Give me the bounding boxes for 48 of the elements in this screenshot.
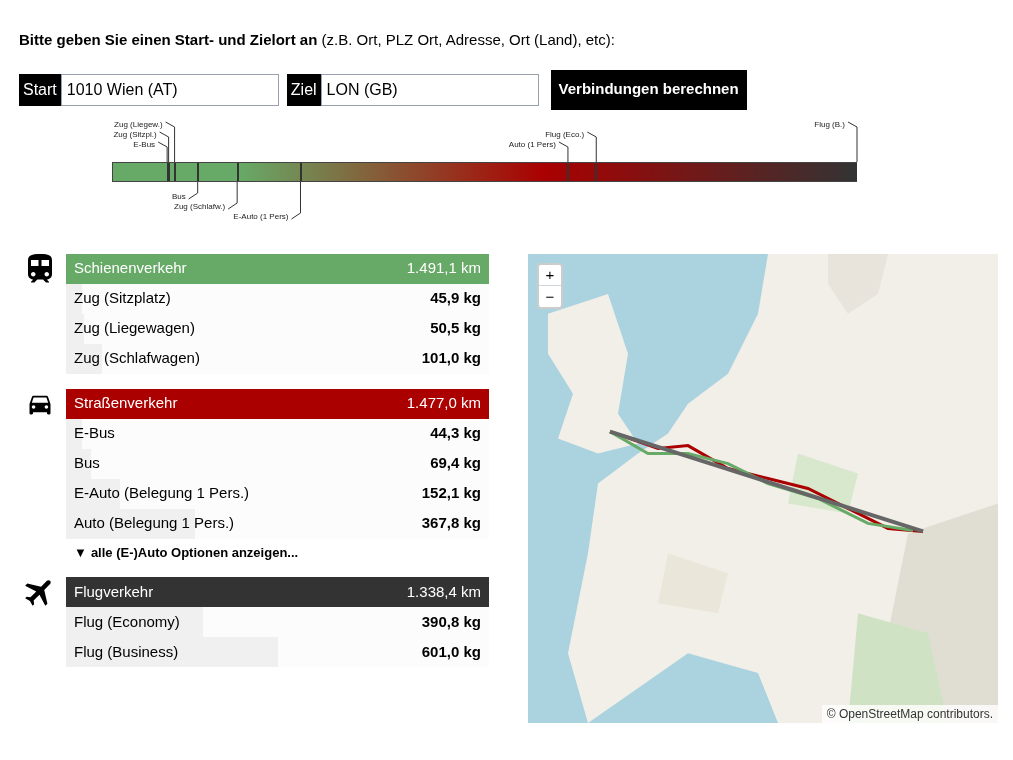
transport-option: Bus: [74, 452, 100, 475]
scale-label: Flug (Eco.): [545, 129, 585, 139]
transport-option: E-Auto (Belegung 1 Pers.): [74, 482, 250, 505]
section-title: Flugverkehr: [74, 581, 154, 602]
leader-line: [558, 141, 569, 162]
distance: 1.338,4 km: [406, 581, 481, 602]
emission-value: 152,1 kg: [421, 483, 481, 504]
emission-value: 69,4 kg: [430, 453, 481, 474]
transport-option: Flug (Economy): [74, 610, 180, 634]
scale-label: Auto (1 Pers): [508, 139, 556, 149]
location-field[interactable]: 1010 Wien (AT): [60, 73, 279, 106]
section-title: Straßenverkehr: [74, 393, 178, 414]
calculate-button[interactable]: Verbindungen berechnen: [550, 69, 747, 110]
leader-line: [188, 181, 199, 199]
leader-line: [291, 181, 301, 219]
scale-label: Zug (Schlafw.): [174, 201, 226, 211]
transport-option: Zug (Liegewagen): [74, 317, 195, 340]
location-field[interactable]: LON (GB): [320, 73, 539, 106]
leader-line: [847, 121, 858, 162]
emission-value: 101,0 kg: [421, 348, 481, 369]
scale-label: Flug (B.): [814, 119, 845, 129]
scale-label: Bus: [171, 191, 186, 201]
transport-option: Zug (Schlafwagen): [74, 347, 200, 370]
instructions: Bitte geben Sie einen Start- und Zielort an (z.B. Ort, PLZ Ort, Adresse, Ort (Land), etc):: [19, 30, 616, 50]
emission-value: 601,0 kg: [421, 641, 481, 662]
field-label: Start: [19, 73, 61, 106]
field-label: Ziel: [286, 73, 321, 106]
zoom-out-button[interactable]: −: [539, 285, 561, 307]
leader-line: [227, 181, 238, 209]
distance: 1.491,1 km: [406, 258, 481, 279]
scale-label: Zug (Sitzpl.): [113, 129, 157, 139]
scale-label: E-Auto (1 Pers): [233, 211, 289, 221]
distance: 1.477,0 km: [406, 393, 481, 414]
emission-value: 44,3 kg: [430, 423, 481, 444]
emission-value: 390,8 kg: [421, 611, 481, 632]
show-options-link[interactable]: ▼ alle (E-)Auto Optionen anzeigen...: [74, 542, 299, 562]
emission-value: 367,8 kg: [421, 513, 481, 534]
zoom-in-button[interactable]: +: [539, 264, 561, 286]
transport-option: Auto (Belegung 1 Pers.): [74, 512, 235, 535]
scale-label: E-Bus: [133, 139, 156, 149]
section-title: Schienenverkehr: [74, 258, 187, 279]
transport-option: Zug (Sitzplatz): [74, 287, 171, 310]
scale-label: Zug (Liegew.): [114, 119, 163, 129]
transport-option: Flug (Business): [74, 640, 179, 664]
emission-value: 50,5 kg: [430, 318, 481, 339]
leader-line: [586, 131, 597, 162]
transport-option: E-Bus: [74, 422, 115, 445]
emission-value: 45,9 kg: [430, 288, 481, 309]
